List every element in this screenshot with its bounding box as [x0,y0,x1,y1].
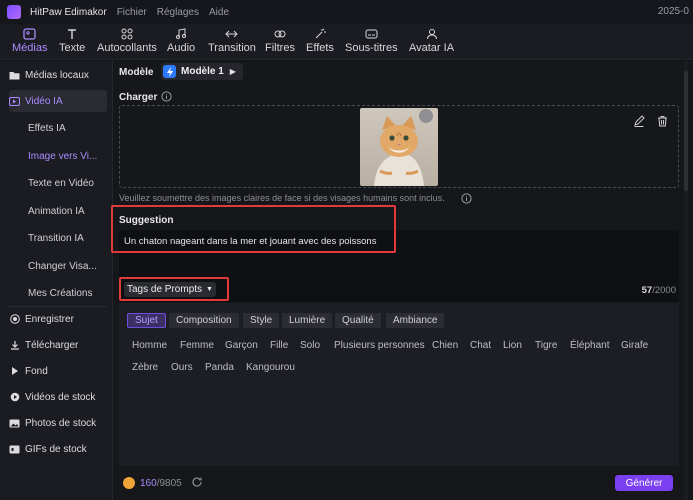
menu-help[interactable]: Aide [209,7,229,18]
tag-item[interactable]: Éléphant [570,340,609,351]
sidebar-item-local-media[interactable]: Médias locaux [9,64,107,86]
app-logo-icon [7,5,21,19]
sidebar-sub-my-creations[interactable]: Mes Créations [28,288,92,299]
record-icon [9,314,20,324]
chevron-right-icon: ▶ [229,67,236,76]
generate-button[interactable]: Générer [615,475,673,491]
model-label: Modèle [119,67,154,78]
tag-item[interactable]: Chat [470,340,491,351]
date-label: 2025-0 [657,6,689,17]
sidebar-item-record[interactable]: Enregistrer [9,308,107,330]
tag-item[interactable]: Girafe [621,340,648,351]
background-icon [9,366,20,376]
main-toolbar: Médias Texte Autocollants Audio Transiti… [0,24,693,60]
video-ai-icon [9,96,20,106]
effects-icon [313,28,327,40]
tag-item[interactable]: Solo [300,340,320,351]
trash-icon[interactable] [657,115,668,130]
tag-item[interactable]: Ours [171,362,193,373]
text-icon [65,28,79,40]
transition-icon [225,28,239,40]
sidebar-sub-text-to-video[interactable]: Texte en Vidéo [28,178,94,189]
sidebar-item-ai-video[interactable]: Vidéo IA [9,90,107,112]
sidebar-item-background[interactable]: Fond [9,360,107,382]
stock-video-icon [9,392,20,402]
sidebar-sub-ai-effects[interactable]: Effets IA [28,123,66,134]
tab-medias[interactable]: Médias [12,28,47,54]
sidebar-item-stock-photos[interactable]: Photos de stock [9,412,107,434]
stock-photo-icon [9,418,20,428]
info-icon [161,91,172,105]
avatar-icon [425,28,439,40]
category-mood[interactable]: Ambiance [386,313,445,328]
audio-icon [174,28,188,40]
tag-item[interactable]: Homme [132,340,167,351]
refresh-icon[interactable] [191,476,203,491]
category-quality[interactable]: Qualité [335,313,381,328]
tag-item[interactable]: Tigre [535,340,557,351]
media-icon [23,28,37,40]
menu-file[interactable]: Fichier [117,7,147,18]
tag-item[interactable]: Kangourou [246,362,295,373]
hint-info-icon [461,193,472,207]
subtitles-icon [364,28,378,40]
tab-filters[interactable]: Filtres [265,28,295,54]
sidebar-sub-image-to-video[interactable]: Image vers Vi... [28,151,97,162]
tag-item[interactable]: Femme [180,340,214,351]
tag-item[interactable]: Lion [503,340,522,351]
tag-item[interactable]: Zèbre [132,362,158,373]
sidebar-sub-ai-animation[interactable]: Animation IA [28,206,85,217]
tag-item[interactable]: Panda [205,362,234,373]
title-bar: HitPaw Edimakor Fichier Réglages Aide 20… [0,0,693,24]
sidebar-sub-ai-transition[interactable]: Transition IA [28,233,84,244]
char-counter: 57/2000 [641,285,676,296]
category-subject[interactable]: Sujet [127,313,166,328]
tag-item[interactable]: Chien [432,340,458,351]
filter-icon [273,28,287,40]
sidebar-item-stock-videos[interactable]: Vidéos de stock [9,386,107,408]
uploaded-image [360,108,438,186]
credits-counter: 160/9805 [140,478,182,489]
app-title: HitPaw Edimakor [30,6,107,18]
sidebar-divider [9,306,107,307]
upload-hint: Veuillez soumettre des images claires de… [119,193,445,203]
menu-settings[interactable]: Réglages [157,7,199,18]
scrollbar-thumb[interactable] [684,71,688,191]
model-name: Modèle 1 [181,66,224,77]
tab-ai-avatar[interactable]: Avatar IA [409,28,454,54]
category-composition[interactable]: Composition [169,313,239,328]
tab-transition[interactable]: Transition [208,28,256,54]
tab-text[interactable]: Texte [59,28,85,54]
category-style[interactable]: Style [243,313,280,328]
sidebar-sub-change-face[interactable]: Changer Visa... [28,261,97,272]
tag-item[interactable]: Garçon [225,340,258,351]
upload-label: Charger [119,92,158,103]
tab-audio[interactable]: Audio [167,28,195,54]
coin-icon [123,477,135,489]
edit-icon[interactable] [633,115,645,130]
tag-item[interactable]: Fille [270,340,288,351]
sticker-icon [120,28,134,40]
highlight-box-tags [119,277,229,301]
model-selector[interactable]: Modèle 1 ▶ [161,63,243,80]
folder-icon [9,70,20,80]
tab-subtitles[interactable]: Sous-titres [345,28,398,54]
gif-icon [9,444,20,454]
sidebar-item-download[interactable]: Télécharger [9,334,107,356]
sidebar-item-stock-gifs[interactable]: GIFs de stock [9,438,107,460]
tag-item[interactable]: Plusieurs personnes [334,340,425,351]
bolt-icon [163,65,176,78]
download-icon [9,340,20,350]
scrollbar[interactable] [684,61,688,500]
highlight-box-prompt [111,205,396,253]
category-light[interactable]: Lumière [282,313,333,328]
tab-effects[interactable]: Effets [306,28,334,54]
tab-stickers[interactable]: Autocollants [97,28,157,54]
